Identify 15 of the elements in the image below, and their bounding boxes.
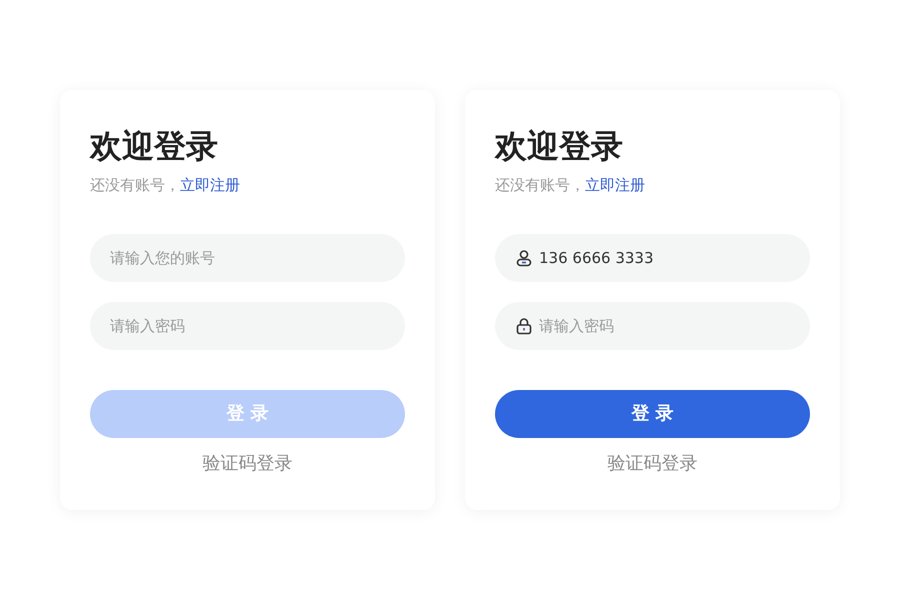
login-button[interactable]: 登 录 [495, 390, 810, 438]
account-field[interactable]: 请输入您的账号 [90, 234, 405, 282]
card-title: 欢迎登录 [495, 126, 624, 166]
user-icon [515, 248, 533, 266]
card-title: 欢迎登录 [90, 126, 219, 166]
password-field[interactable]: 请输入密码 [495, 302, 810, 350]
lock-icon [515, 316, 533, 334]
subtitle: 还没有账号， [90, 175, 180, 196]
register-link[interactable]: 立即注册 [180, 174, 240, 196]
password-field[interactable]: 请输入密码 [90, 302, 405, 350]
sms-login-link[interactable]: 验证码登录 [608, 450, 698, 476]
sms-login-link[interactable]: 验证码登录 [202, 450, 292, 476]
subtitle: 还没有账号， [495, 175, 585, 196]
register-link[interactable]: 立即注册 [585, 174, 645, 196]
account-field[interactable]: 136 6666 3333 [495, 234, 810, 282]
